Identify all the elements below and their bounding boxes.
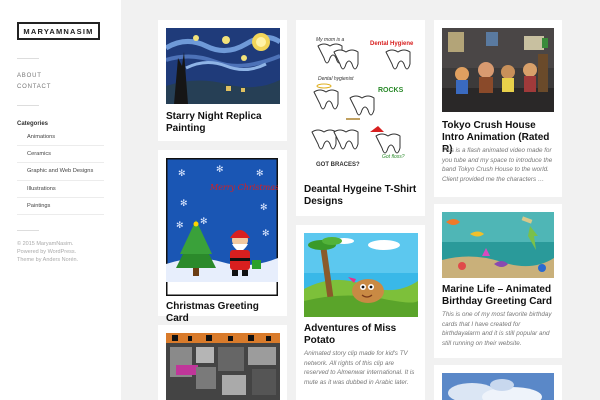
post-excerpt: This is a flash animated video made for … <box>442 147 553 183</box>
svg-text:✻: ✻ <box>216 165 224 175</box>
post-title[interactable]: Starry Night Replica Painting <box>166 111 281 135</box>
post-card[interactable] <box>434 365 562 400</box>
nav-contact[interactable]: CONTACT <box>17 84 51 90</box>
miss-potato-image <box>304 233 418 317</box>
post-excerpt: Animated story clip made for kid's TV ne… <box>304 350 415 386</box>
category-illustrations[interactable]: Illustrations <box>17 181 104 198</box>
post-thumbnail[interactable] <box>166 28 280 104</box>
post-thumbnail[interactable]: My mom is a Dental hygienist Dental Hygi… <box>304 28 418 178</box>
design-caption: Got floss? <box>382 154 405 160</box>
sky-image <box>442 373 554 400</box>
divider <box>17 58 39 59</box>
svg-text:✻: ✻ <box>200 217 208 227</box>
svg-text:✻: ✻ <box>178 169 186 179</box>
post-excerpt: This is one of my most favorite birthday… <box>442 311 552 347</box>
post-thumbnail[interactable]: Merry Christmas ✻ ✻ ✻ ✻ ✻ ✻ ✻ ✻ <box>166 158 278 296</box>
post-card[interactable]: Starry Night Replica Painting <box>158 20 287 141</box>
design-caption: GOT BRACES? <box>316 162 360 168</box>
sidebar: MARYAMNASIM ABOUT CONTACT Categories Ani… <box>0 0 121 400</box>
site-logo[interactable]: MARYAMNASIM <box>17 22 100 40</box>
tokyo-crush-image <box>442 28 554 112</box>
credits: © 2015 MaryamNasim. Powered by WordPress… <box>17 240 78 264</box>
post-card[interactable]: My mom is a Dental hygienist Dental Hygi… <box>296 20 425 216</box>
design-caption: Dental hygienist <box>318 76 354 82</box>
post-thumbnail[interactable] <box>442 212 554 278</box>
post-title[interactable]: Marine Life – Animated Birthday Greeting… <box>442 284 556 308</box>
design-caption: ROCKS <box>378 87 404 94</box>
divider <box>17 105 39 106</box>
theme-credit-link[interactable]: Theme by Anders Norén. <box>17 256 78 264</box>
collage-image <box>166 333 280 400</box>
categories-list: Animations Ceramics Graphic and Web Desi… <box>17 129 104 215</box>
post-thumbnail[interactable] <box>442 28 554 112</box>
post-card[interactable]: Adventures of Miss Potato Animated story… <box>296 225 425 400</box>
category-ceramics[interactable]: Ceramics <box>17 146 104 164</box>
starry-night-image <box>166 28 280 104</box>
site-title[interactable]: MARYAMNASIM <box>23 27 93 36</box>
design-caption: My mom is a <box>316 37 345 43</box>
copyright-text: © 2015 MaryamNasim. <box>17 241 74 247</box>
svg-text:✻: ✻ <box>256 169 264 179</box>
post-title[interactable]: Christmas Greeting Card <box>166 301 281 325</box>
dental-tshirt-image: My mom is a Dental hygienist Dental Hygi… <box>304 28 418 178</box>
svg-text:✻: ✻ <box>180 199 188 209</box>
post-card[interactable]: Merry Christmas ✻ ✻ ✻ ✻ ✻ ✻ ✻ ✻ Christmas Gre… <box>158 150 287 324</box>
post-thumbnail[interactable] <box>304 233 418 317</box>
svg-text:✻: ✻ <box>260 203 268 213</box>
post-thumbnail[interactable] <box>166 333 280 400</box>
post-card[interactable]: Tokyo Crush House Intro Animation (Rated… <box>434 20 562 197</box>
divider <box>17 230 39 231</box>
merry-christmas-text: Merry Christmas <box>209 183 278 192</box>
category-animations[interactable]: Animations <box>17 129 104 147</box>
categories-title: Categories <box>17 121 49 127</box>
post-card[interactable]: Marine Life – Animated Birthday Greeting… <box>434 204 562 358</box>
svg-text:✻: ✻ <box>176 221 184 231</box>
design-caption: Dental Hygiene <box>370 41 414 47</box>
powered-by-link[interactable]: Powered by WordPress. <box>17 248 78 256</box>
post-thumbnail[interactable] <box>442 373 554 400</box>
post-card[interactable] <box>158 325 287 400</box>
nav-about[interactable]: ABOUT <box>17 73 42 79</box>
svg-text:✻: ✻ <box>262 229 270 239</box>
post-title[interactable]: Deantal Hygeine T-Shirt Designs <box>304 184 419 208</box>
marine-life-image <box>442 212 554 278</box>
post-title[interactable]: Adventures of Miss Potato <box>304 323 419 347</box>
category-paintings[interactable]: Paintings <box>17 198 104 215</box>
christmas-card-image: Merry Christmas ✻ ✻ ✻ ✻ ✻ ✻ ✻ ✻ <box>166 158 278 296</box>
category-graphic-web[interactable]: Graphic and Web Designs <box>17 163 104 181</box>
